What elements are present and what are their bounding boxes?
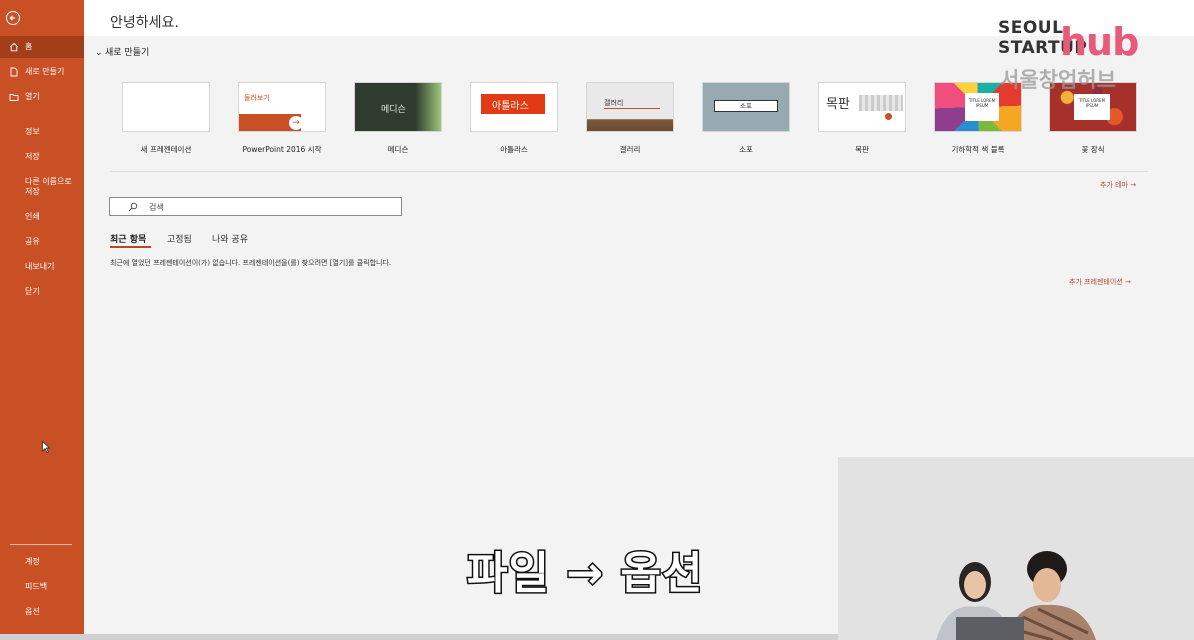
search-placeholder: 검색	[149, 203, 164, 212]
template-thumb-text: 소포	[714, 100, 778, 112]
template-atlas[interactable]: 아틀라스 아틀라스	[470, 82, 558, 155]
sidebar-item-label: 피드백	[25, 582, 48, 591]
greeting: 안녕하세요.	[110, 15, 179, 31]
template-thumb-text: 갤러리	[604, 99, 624, 107]
sidebar-item-label: 열기	[25, 92, 40, 101]
sidebar-item-label: 다른 이름으로 저장	[25, 177, 72, 196]
sidebar-item-export[interactable]: 내보내기	[0, 256, 84, 278]
tab-pinned[interactable]: 고정됨	[167, 232, 192, 245]
webcam-presenters-image	[838, 457, 1194, 640]
sidebar-item-label: 정보	[25, 127, 40, 136]
seoul-startup-hub-logo: SEOUL STARTUP hub 서울창업허브	[998, 18, 1139, 92]
sidebar-item-print[interactable]: 인쇄	[0, 206, 84, 228]
sidebar-item-label: 내보내기	[25, 262, 55, 271]
sidebar-item-label: 인쇄	[25, 212, 40, 221]
template-name: 새 프레젠테이션	[140, 145, 192, 154]
template-thumb-text: TITLE LOREM IPSUM	[1078, 98, 1106, 108]
home-icon	[9, 42, 19, 52]
template-tour[interactable]: 둘러보기 → PowerPoint 2016 시작	[238, 82, 326, 155]
mouse-cursor-icon	[42, 441, 50, 453]
template-name: PowerPoint 2016 시작	[242, 145, 322, 154]
sidebar-item-label: 공유	[25, 237, 40, 246]
arrow-right-icon: →	[289, 116, 303, 130]
template-name: 목판	[855, 145, 869, 154]
sidebar-item-label: 옵션	[25, 607, 40, 616]
sidebar-item-label: 새로 만들기	[25, 67, 65, 76]
search-input[interactable]: 검색	[109, 197, 402, 216]
template-thumbnail: 갤러리	[586, 82, 674, 132]
template-parcel[interactable]: 소포 소포	[702, 82, 790, 155]
tab-shared-with-me[interactable]: 나와 공유	[212, 232, 248, 245]
chevron-down-icon: ⌄	[95, 48, 103, 58]
template-name: 메디슨	[387, 145, 409, 154]
sidebar-item-label: 저장	[25, 152, 40, 161]
sidebar-item-feedback[interactable]: 피드백	[0, 576, 84, 598]
sidebar-item-account[interactable]: 계정	[0, 551, 84, 573]
sidebar-item-label: 닫기	[25, 287, 40, 296]
section-divider	[110, 171, 1148, 172]
template-madison[interactable]: 메디슨 메디슨	[354, 82, 442, 155]
new-file-icon	[10, 67, 18, 77]
template-thumb-text: 메디슨	[381, 105, 406, 115]
template-blank[interactable]: 새 프레젠테이션	[122, 82, 210, 155]
new-section-label: 새로 만들기	[105, 48, 150, 58]
sidebar-item-open[interactable]: 열기	[0, 86, 84, 108]
more-presentations-link[interactable]: 추가 프레젠테이션 →	[1069, 277, 1131, 287]
template-thumbnail: 목판	[818, 82, 906, 132]
template-thumb-text: 둘러보기	[244, 94, 270, 102]
template-thumb-text: 아틀라스	[492, 101, 529, 112]
template-gallery[interactable]: 갤러리 갤러리	[586, 82, 674, 155]
sidebar-item-label: 계정	[25, 557, 40, 566]
tab-recent[interactable]: 최근 항목	[110, 232, 146, 245]
template-thumb-text: TITLE LOREM IPSUM	[968, 98, 996, 108]
sidebar-item-info[interactable]: 정보	[0, 121, 84, 143]
sidebar-divider	[10, 544, 72, 545]
webcam-video	[838, 457, 1194, 640]
search-icon	[128, 202, 138, 212]
template-woodtype[interactable]: 목판 목판	[818, 82, 906, 155]
video-caption: 파일 → 옵션	[465, 547, 704, 601]
template-thumbnail: 아틀라스	[470, 82, 558, 132]
template-name: 기하학적 색 블록	[951, 145, 1005, 154]
sidebar-item-close[interactable]: 닫기	[0, 281, 84, 303]
template-name: 꽃 장식	[1081, 145, 1105, 154]
template-thumb-text: 목판	[826, 97, 850, 112]
more-themes-link[interactable]: 추가 테마 →	[1100, 180, 1136, 190]
bottom-scroll-strip	[0, 634, 838, 640]
template-thumbnail	[122, 82, 210, 132]
sidebar-item-save-as[interactable]: 다른 이름으로 저장	[0, 177, 84, 201]
empty-recent-message: 최근에 열었던 프레젠테이션이(가) 없습니다. 프레젠테이션을(를) 찾으려면…	[110, 259, 392, 267]
sidebar-item-home[interactable]: 홈	[0, 36, 84, 58]
sidebar-item-label: 홈	[25, 42, 33, 51]
template-name: 소포	[739, 145, 753, 154]
sidebar-item-share[interactable]: 공유	[0, 231, 84, 253]
active-tab-indicator	[110, 246, 151, 248]
sidebar-item-save[interactable]: 저장	[0, 146, 84, 168]
folder-icon	[9, 94, 19, 101]
backstage-sidebar: 홈 새로 만들기 열기 정보 저장 다른 이름으로 저장 인쇄 공유 내보내기 …	[0, 0, 84, 634]
sidebar-item-options[interactable]: 옵션	[0, 601, 84, 623]
template-name: 갤러리	[619, 145, 641, 154]
sidebar-item-new[interactable]: 새로 만들기	[0, 61, 84, 83]
template-name: 아틀라스	[500, 145, 528, 154]
template-thumbnail: 메디슨	[354, 82, 442, 132]
template-thumbnail: 소포	[702, 82, 790, 132]
back-arrow-icon[interactable]	[6, 11, 20, 25]
template-thumbnail: 둘러보기 →	[238, 82, 326, 132]
new-section-title[interactable]: ⌄ 새로 만들기	[95, 45, 149, 58]
